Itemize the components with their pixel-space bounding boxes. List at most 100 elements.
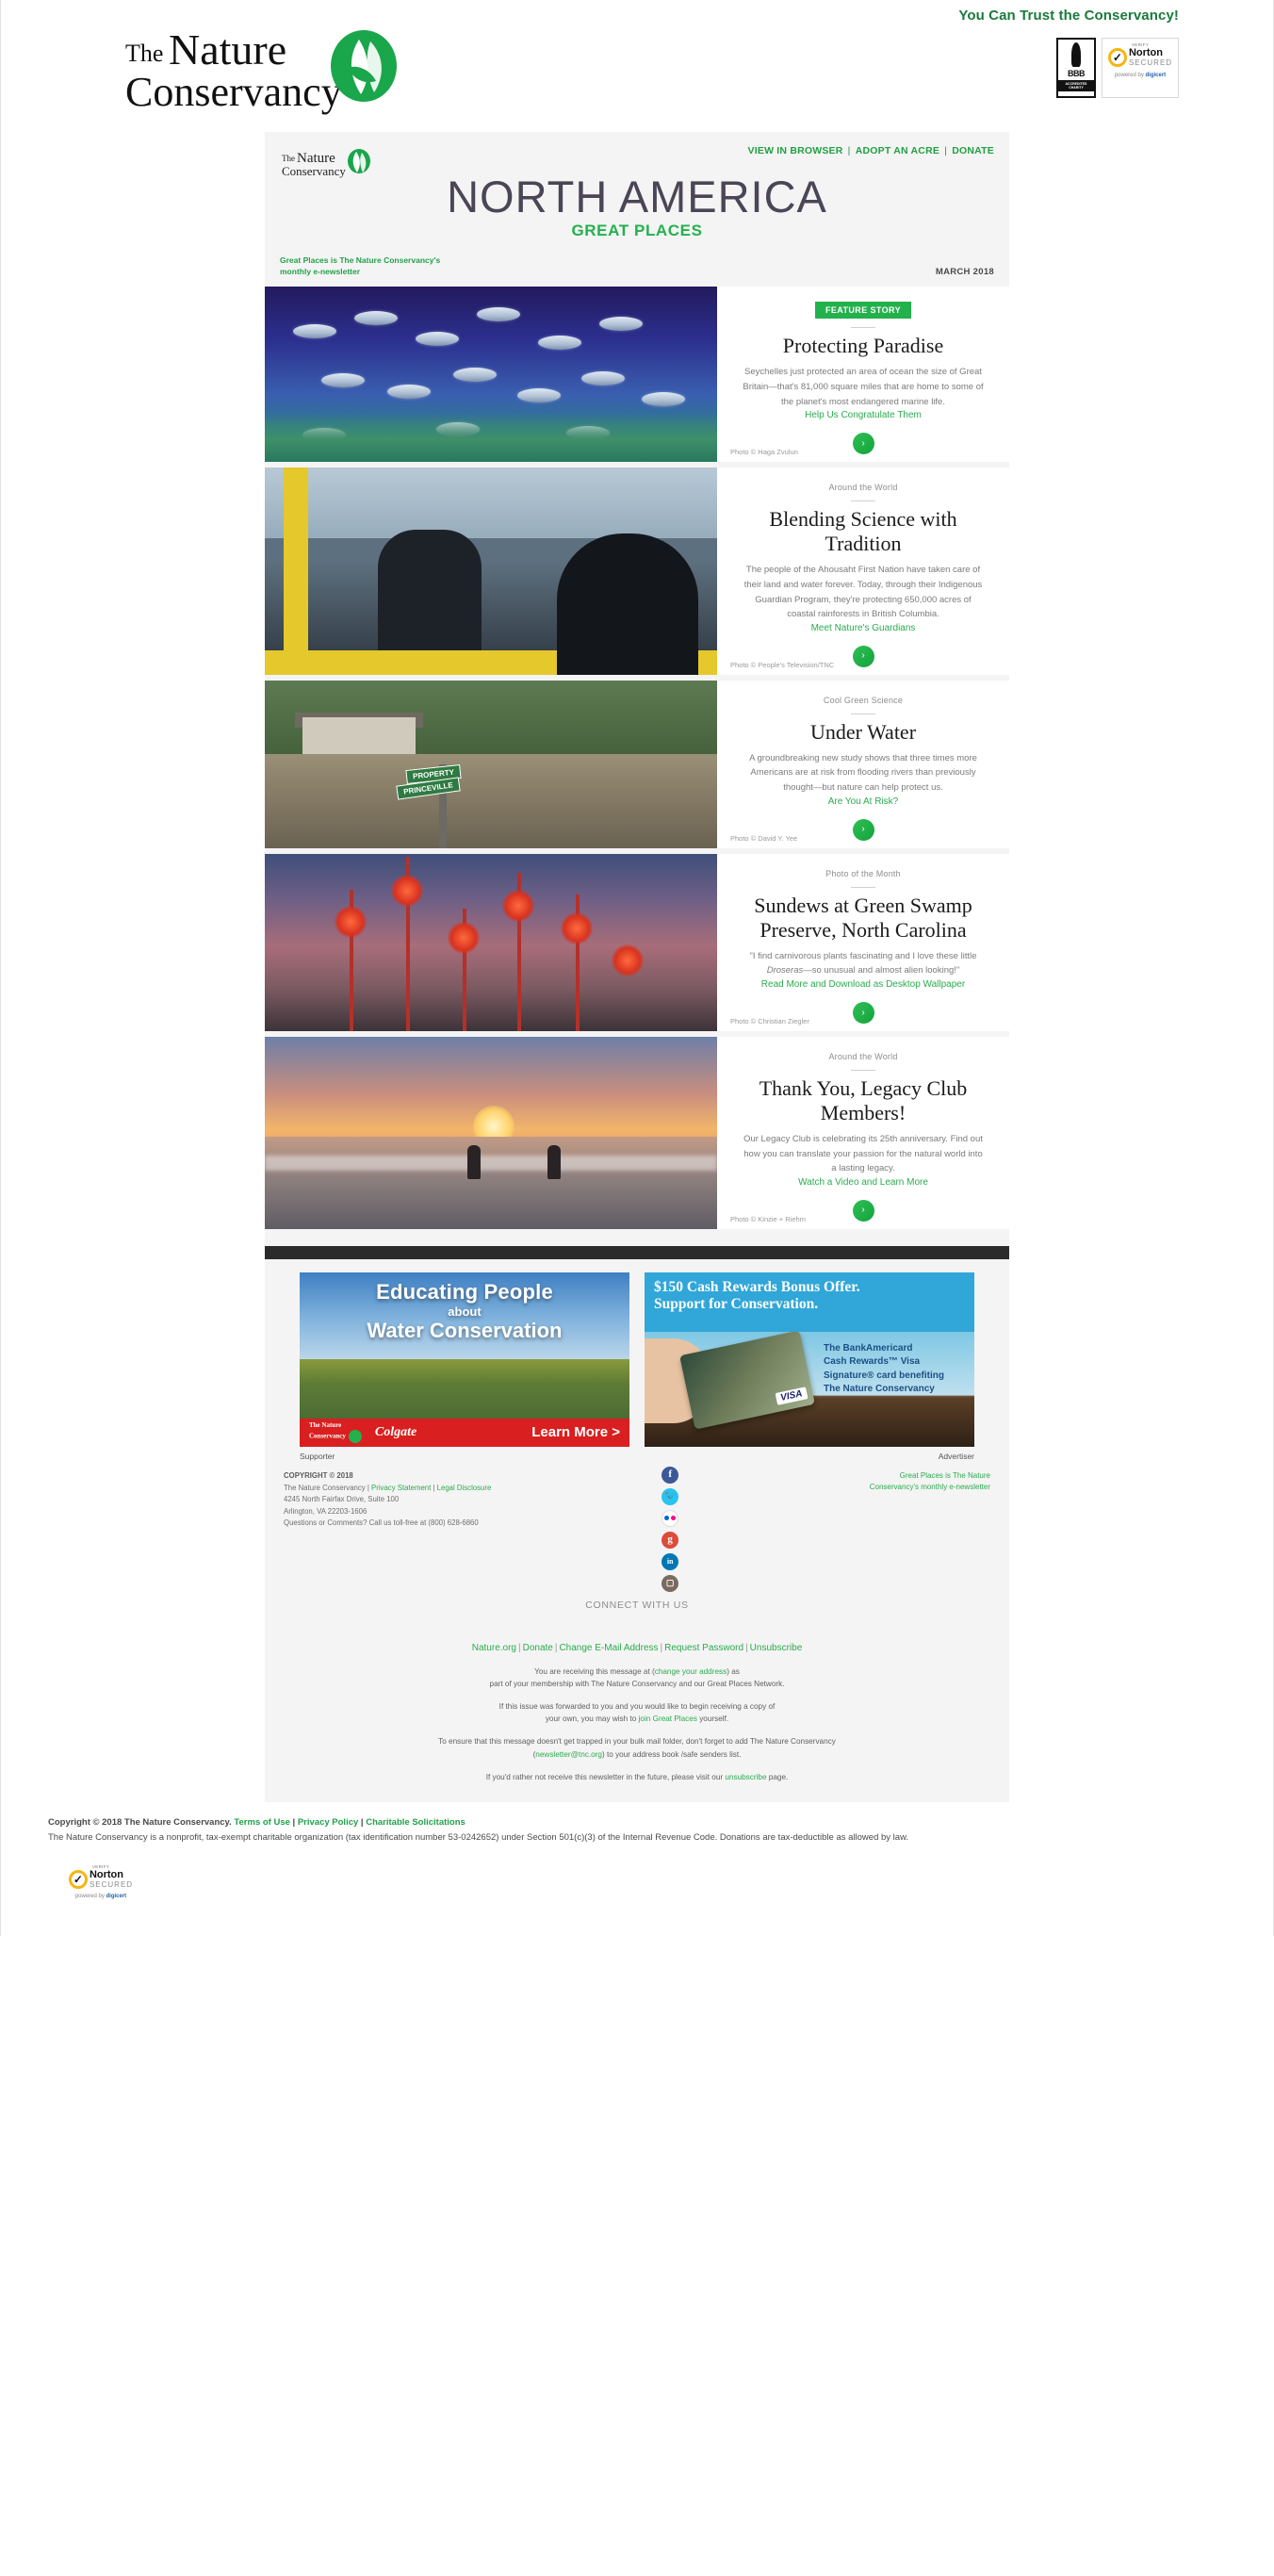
instagram-icon[interactable]: ▢: [662, 1574, 679, 1592]
footer-tagline-line-2: Conservancy's monthly e-newsletter: [869, 1482, 990, 1491]
norton-secured-label: SECURED: [1128, 58, 1173, 67]
trust-badges: BBB ACCREDITED CHARITY VERIFY ✓ Norton S…: [1056, 38, 1179, 98]
nav-view-in-browser[interactable]: VIEW IN BROWSER: [748, 145, 843, 156]
colgate-logo: Colgate: [374, 1424, 417, 1439]
divider: [851, 1070, 875, 1072]
donate-link[interactable]: Donate: [523, 1643, 553, 1653]
arrow-right-icon[interactable]: ›: [852, 818, 874, 841]
newsletter-meta: Great Places is The Nature Conservancy's…: [280, 255, 994, 277]
ad-headline-line-3: Water Conservation: [367, 1318, 563, 1342]
story-text: Our Legacy Club is celebrating its 25th …: [743, 1133, 983, 1174]
bottom-norton-badge: VERIFY ✓ Norton SECURED powered by digic…: [57, 1860, 1226, 1927]
photo-credit: Photo © People's Television/TNC: [730, 660, 835, 669]
svg-text:Conservancy: Conservancy: [125, 69, 342, 115]
story-cta-link[interactable]: Are You At Risk?: [828, 796, 899, 807]
newsletter-logo: The Nature Conservancy: [282, 147, 376, 183]
torch-icon: [1071, 42, 1081, 67]
change-your-address-link[interactable]: change your address: [655, 1667, 727, 1676]
norton-label: Norton: [89, 1868, 123, 1880]
nav-donate[interactable]: DONATE: [952, 145, 994, 156]
newsletter-tagline: Great Places is The Nature Conservancy's…: [280, 255, 440, 277]
flood-photo: PROPERTY PRINCEVILLE: [265, 680, 717, 848]
story-image[interactable]: [265, 1037, 717, 1229]
newsletter-masthead: The Nature Conservancy VIEW IN BROWSER |…: [265, 132, 1009, 287]
charitable-solicitations-link[interactable]: Charitable Solicitations: [366, 1817, 466, 1828]
advertiser-ad[interactable]: VISA The BankAmericard Cash Rewards™ Vis…: [645, 1272, 974, 1447]
ad-copy-line-3: Signature® card benefiting: [824, 1370, 944, 1381]
change-email-link[interactable]: Change E-Mail Address: [559, 1643, 658, 1653]
story-title: Under Water: [809, 719, 917, 744]
legal-4-post: page.: [766, 1772, 789, 1781]
unsubscribe-page-link[interactable]: unsubscribe: [725, 1773, 766, 1781]
bbb-label: BBB: [1068, 69, 1086, 78]
newsletter-email-link[interactable]: newsletter@tnc.org: [535, 1750, 602, 1759]
story-row: Around the World Blending Science with T…: [265, 468, 1009, 681]
arrow-right-icon[interactable]: ›: [852, 645, 874, 667]
advertiser-ad-copy: The BankAmericard Cash Rewards™ Visa Sig…: [824, 1342, 965, 1397]
norton-powered-by: powered by digicert: [1114, 72, 1167, 78]
photo-credit: Photo © David Y. Yee: [730, 833, 798, 843]
story-row: PROPERTY PRINCEVILLE Cool Green Science …: [265, 680, 1009, 854]
social-links: f 🐦 g in ▢: [662, 1466, 679, 1592]
story-body: Around the World Blending Science with T…: [717, 468, 1009, 675]
unsubscribe-link[interactable]: Unsubscribe: [750, 1643, 803, 1653]
privacy-statement-link[interactable]: Privacy Statement: [371, 1484, 431, 1492]
terms-of-use-link[interactable]: Terms of Use: [234, 1817, 289, 1828]
footer-tagline: Great Places is The Nature Conservancy's…: [849, 1470, 990, 1493]
story-cta-link[interactable]: Read More and Download as Desktop Wallpa…: [761, 979, 965, 990]
story-text: The people of the Ahousaht First Nation …: [743, 565, 983, 620]
copyright-header: COPYRIGHT © 2018: [284, 1470, 353, 1480]
arrow-right-icon[interactable]: ›: [852, 1002, 874, 1025]
story-cta-link[interactable]: Watch a Video and Learn More: [798, 1177, 928, 1188]
twitter-icon[interactable]: 🐦: [662, 1487, 679, 1505]
linkedin-icon[interactable]: in: [662, 1552, 679, 1570]
address-line-2: Arlington, VA 22203-1606: [284, 1506, 368, 1516]
story-text: A groundbreaking new study shows that th…: [749, 752, 977, 794]
svg-text:Conservancy: Conservancy: [282, 164, 346, 178]
story-image[interactable]: [265, 853, 717, 1032]
google-plus-icon[interactable]: g: [662, 1531, 679, 1549]
supporter-ad[interactable]: Educating People about Water Conservatio…: [300, 1272, 629, 1447]
story-body: Around the World Thank You, Legacy Club …: [717, 1037, 1009, 1229]
legal-3-line-1: To ensure that this message doesn't get …: [438, 1737, 836, 1747]
trust-tagline: You Can Trust the Conservancy!: [958, 8, 1179, 24]
nav-adopt-an-acre[interactable]: ADOPT AN ACRE: [856, 145, 939, 156]
nature-org-link[interactable]: Nature.org: [472, 1643, 516, 1653]
legal-paragraph-2: If this issue was forwarded to you and y…: [284, 1700, 990, 1725]
flickr-icon[interactable]: [662, 1509, 679, 1527]
request-password-link[interactable]: Request Password: [664, 1643, 743, 1653]
divider: [851, 886, 875, 888]
story-image[interactable]: [265, 468, 717, 675]
org-name: The Nature Conservancy: [284, 1483, 366, 1492]
story-image[interactable]: [265, 287, 717, 463]
ad-headline-line-2: about: [448, 1304, 482, 1319]
ad-tnc-line-2: Conservancy: [309, 1432, 346, 1440]
arrow-right-icon[interactable]: ›: [852, 433, 874, 455]
fish-photo: [265, 287, 717, 463]
svg-text:Nature: Nature: [169, 25, 286, 74]
learn-more-button[interactable]: Learn More >: [531, 1424, 620, 1440]
newsletter-topnav: VIEW IN BROWSER | ADOPT AN ACRE | DONATE: [280, 145, 994, 156]
story-row: Around the World Thank You, Legacy Club …: [265, 1037, 1009, 1235]
legal-3-post: ) to your address book /safe senders lis…: [601, 1749, 742, 1759]
story-cta-link[interactable]: Meet Nature's Guardians: [811, 623, 916, 633]
join-great-places-link[interactable]: join Great Places: [639, 1715, 697, 1723]
globe-icon: [348, 1429, 362, 1443]
privacy-policy-link[interactable]: Privacy Policy: [298, 1817, 358, 1828]
boat-photo: [265, 468, 717, 675]
bottom-legal-body: The Nature Conservancy is a nonprofit, t…: [48, 1831, 909, 1843]
photo-credit: Photo © Christian Ziegler: [730, 1017, 809, 1026]
advertiser-ad-headline: $150 Cash Rewards Bonus Offer. Support f…: [645, 1272, 974, 1332]
arrow-right-icon[interactable]: ›: [852, 1199, 874, 1222]
story-cta-link[interactable]: Help Us Congratulate Them: [805, 410, 922, 420]
bottom-copyright-text: Copyright © 2018 The Nature Conservancy.: [48, 1816, 235, 1828]
connect-with-us-label: CONNECT WITH US: [585, 1599, 689, 1611]
story-image[interactable]: PROPERTY PRINCEVILLE: [265, 680, 717, 848]
newsletter-subtitle: GREAT PLACES: [571, 222, 703, 240]
ad-copy-line-1: The BankAmericard: [824, 1342, 913, 1354]
legal-1-line-2: part of your membership with The Nature …: [489, 1680, 785, 1689]
legal-paragraph-4: If you'd rather not receive this newslet…: [284, 1771, 990, 1783]
legal-disclosure-link[interactable]: Legal Disclosure: [437, 1484, 492, 1492]
facebook-icon[interactable]: f: [662, 1466, 679, 1484]
quote-post: —so unusual and almost alien looking!": [803, 965, 960, 976]
